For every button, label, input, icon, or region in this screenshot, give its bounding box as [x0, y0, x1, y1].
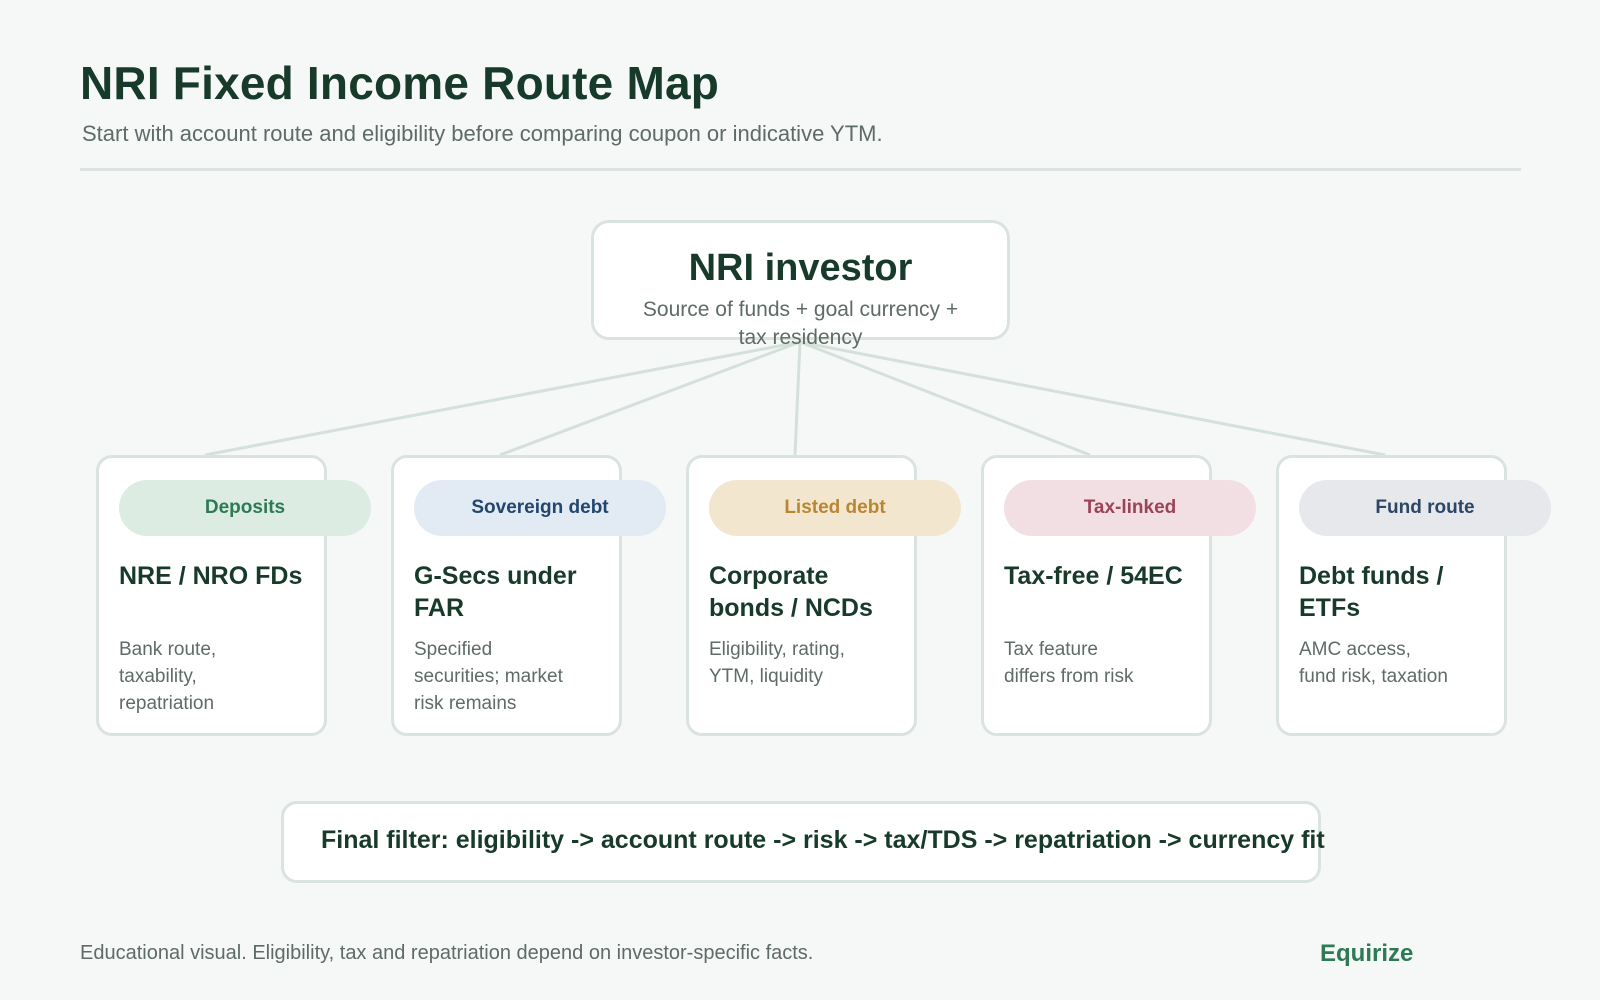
- route-tag-deposits: Deposits: [119, 480, 371, 536]
- route-card-deposits: Deposits NRE / NRO FDs Bank route, taxab…: [96, 455, 371, 736]
- brand-logo: Equirize: [1320, 940, 1414, 967]
- connector-sovereign-debt: [499, 340, 801, 457]
- route-card-tax-linked: Tax-linked Tax-free / 54EC Tax feature d…: [981, 455, 1256, 736]
- route-description: Eligibility, rating, YTM, liquidity: [709, 639, 845, 687]
- route-description: Tax feature differs from risk: [1004, 639, 1134, 687]
- route-description: Specified securities; market risk remain…: [414, 639, 563, 714]
- root-title: NRI investor: [688, 247, 913, 289]
- connector-deposits: [204, 340, 801, 457]
- connector-tax-linked: [799, 340, 1091, 457]
- route-tag-fund-route: Fund route: [1299, 480, 1551, 536]
- final-filter-box: Final filter: eligibility -> account rou…: [281, 801, 1325, 883]
- route-description: Bank route, taxability, repatriation: [119, 639, 217, 714]
- connector-fund-route: [799, 340, 1386, 457]
- route-tag-sovereign-debt: Sovereign debt: [414, 480, 666, 536]
- route-title: Debt funds / ETFs: [1299, 562, 1444, 622]
- route-title: NRE / NRO FDs: [119, 562, 303, 590]
- route-description: AMC access, fund risk, taxation: [1299, 639, 1448, 687]
- route-card-sovereign-debt: Sovereign debt G-Secs under FAR Specifie…: [391, 455, 666, 736]
- route-title: Corporate bonds / NCDs: [709, 562, 873, 622]
- route-title: Tax-free / 54EC: [1004, 562, 1183, 590]
- root-node-nri-investor: NRI investor Source of funds + goal curr…: [591, 220, 1010, 349]
- route-card-listed-debt: Listed debt Corporate bonds / NCDs Eligi…: [686, 455, 961, 736]
- footer-disclaimer: Educational visual. Eligibility, tax and…: [80, 942, 814, 964]
- final-filter-text: Final filter: eligibility -> account rou…: [321, 826, 1325, 854]
- root-subtitle: Source of funds + goal currency + tax re…: [642, 298, 959, 349]
- route-card-fund-route: Fund route Debt funds / ETFs AMC access,…: [1276, 455, 1551, 736]
- route-title: G-Secs under FAR: [414, 562, 577, 622]
- route-map-page: NRI Fixed Income Route Map Start with ac…: [0, 0, 1600, 1000]
- route-tag-tax-linked: Tax-linked: [1004, 480, 1256, 536]
- connector-listed-debt: [793, 341, 802, 456]
- route-tag-listed-debt: Listed debt: [709, 480, 961, 536]
